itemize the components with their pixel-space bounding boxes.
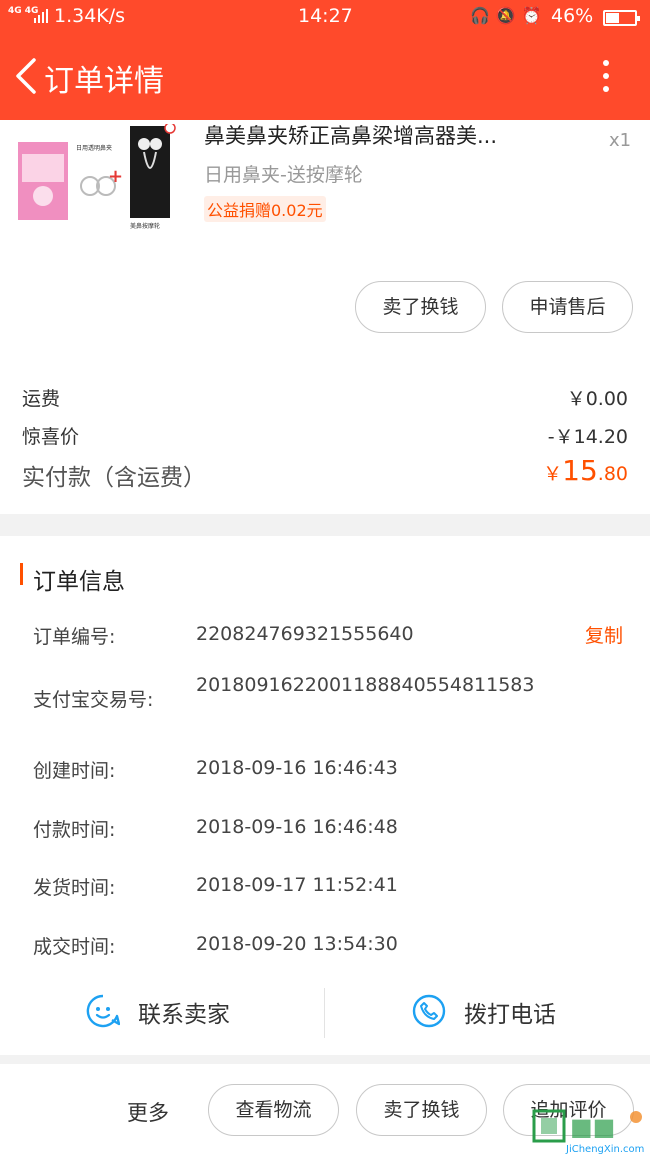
svg-text:+: +: [108, 166, 123, 187]
paid-time-value: 2018-09-16 16:46:48: [196, 816, 398, 838]
discount-value: -￥14.20: [547, 426, 628, 448]
created-time-label: 创建时间:: [33, 760, 116, 782]
page-title: 订单详情: [44, 64, 164, 99]
sell-for-cash-button[interactable]: 卖了换钱: [355, 281, 486, 333]
status-icons: 🎧🔕⏰: [470, 6, 548, 25]
mute-bell-icon: 🔕: [495, 6, 522, 25]
paid-currency: ￥: [543, 463, 563, 485]
paid-label: 实付款（含运费）: [22, 465, 206, 491]
phone-icon: [412, 994, 446, 1028]
paid-integer: 15: [562, 454, 598, 487]
status-bar: 4G 4G 1.34K/s 14:27 🎧🔕⏰ 46%: [0, 0, 650, 34]
contact-bar: 联系卖家 拨打电话: [0, 982, 650, 1040]
call-phone-label: 拨打电话: [464, 1002, 556, 1028]
app-header: 订单详情: [0, 34, 650, 120]
order-number-label: 订单编号:: [33, 626, 116, 648]
more-actions-button[interactable]: 更多: [127, 1097, 169, 1127]
battery-icon: [603, 10, 640, 26]
signal-bars-icon: [34, 9, 48, 23]
paid-value: ￥15.80: [543, 454, 628, 487]
watermark-logo: ■■ JiChengXin.com: [532, 1109, 644, 1155]
call-phone-button[interactable]: 拨打电话: [412, 982, 582, 1040]
paid-decimal: .80: [597, 463, 628, 485]
product-quantity: x1: [609, 130, 632, 151]
closed-time-label: 成交时间:: [33, 936, 116, 958]
charity-badge: 公益捐赠0.02元: [204, 196, 326, 222]
after-sales-button[interactable]: 申请售后: [502, 281, 633, 333]
shipping-label: 运费: [22, 388, 61, 410]
network-speed: 1.34K/s: [54, 5, 126, 27]
shipped-time-label: 发货时间:: [33, 877, 116, 899]
contact-divider: [324, 988, 325, 1038]
section-accent-bar: [20, 563, 23, 585]
image-caption-2: 美鼻按摩轮: [130, 222, 160, 230]
view-logistics-button[interactable]: 查看物流: [208, 1084, 339, 1136]
alipay-trade-label: 支付宝交易号:: [33, 689, 154, 711]
clock: 14:27: [298, 5, 353, 27]
discount-row: 惊喜价 -￥14.20: [22, 422, 628, 449]
closed-time-value: 2018-09-20 13:54:30: [196, 933, 398, 955]
product-card: 日用透明鼻夹 + 美鼻按摩轮 鼻美鼻夹矫正高鼻梁增高器美... x1 日用鼻夹-…: [0, 120, 650, 514]
paid-time-label: 付款时间:: [33, 819, 116, 841]
image-caption-1: 日用透明鼻夹: [76, 144, 112, 152]
product-name[interactable]: 鼻美鼻夹矫正高鼻梁增高器美...: [204, 120, 497, 150]
product-spec: 日用鼻夹-送按摩轮: [204, 164, 363, 186]
chat-face-icon: [86, 994, 120, 1028]
watermark-text: JiChengXin.com: [565, 1144, 644, 1155]
headset-icon: 🎧: [470, 6, 496, 25]
order-info-section: 订单信息 订单编号: 220824769321555640 复制 支付宝交易号:…: [0, 536, 650, 1055]
discount-label: 惊喜价: [22, 426, 80, 448]
svg-text:■■: ■■: [570, 1113, 615, 1141]
alarm-icon: ⏰: [521, 6, 548, 25]
created-time-value: 2018-09-16 16:46:43: [196, 757, 398, 779]
order-number-value: 220824769321555640: [196, 623, 414, 645]
more-options-icon[interactable]: [598, 60, 614, 96]
paid-row: 实付款（含运费） ￥15.80: [22, 454, 628, 492]
shipping-value: ￥0.00: [566, 388, 628, 410]
copy-button[interactable]: 复制: [585, 621, 623, 648]
alipay-trade-value: 2018091622001188840554811583: [196, 674, 535, 696]
product-image[interactable]: 日用透明鼻夹 + 美鼻按摩轮: [18, 124, 183, 232]
back-icon[interactable]: [12, 56, 42, 96]
section-title: 订单信息: [33, 569, 125, 595]
shipped-time-value: 2018-09-17 11:52:41: [196, 874, 398, 896]
contact-seller-button[interactable]: 联系卖家: [86, 982, 256, 1040]
shipping-row: 运费 ￥0.00: [22, 384, 628, 411]
battery-percent: 46%: [551, 5, 594, 27]
sell-for-cash-button-bottom[interactable]: 卖了换钱: [356, 1084, 487, 1136]
contact-seller-label: 联系卖家: [138, 1002, 230, 1028]
